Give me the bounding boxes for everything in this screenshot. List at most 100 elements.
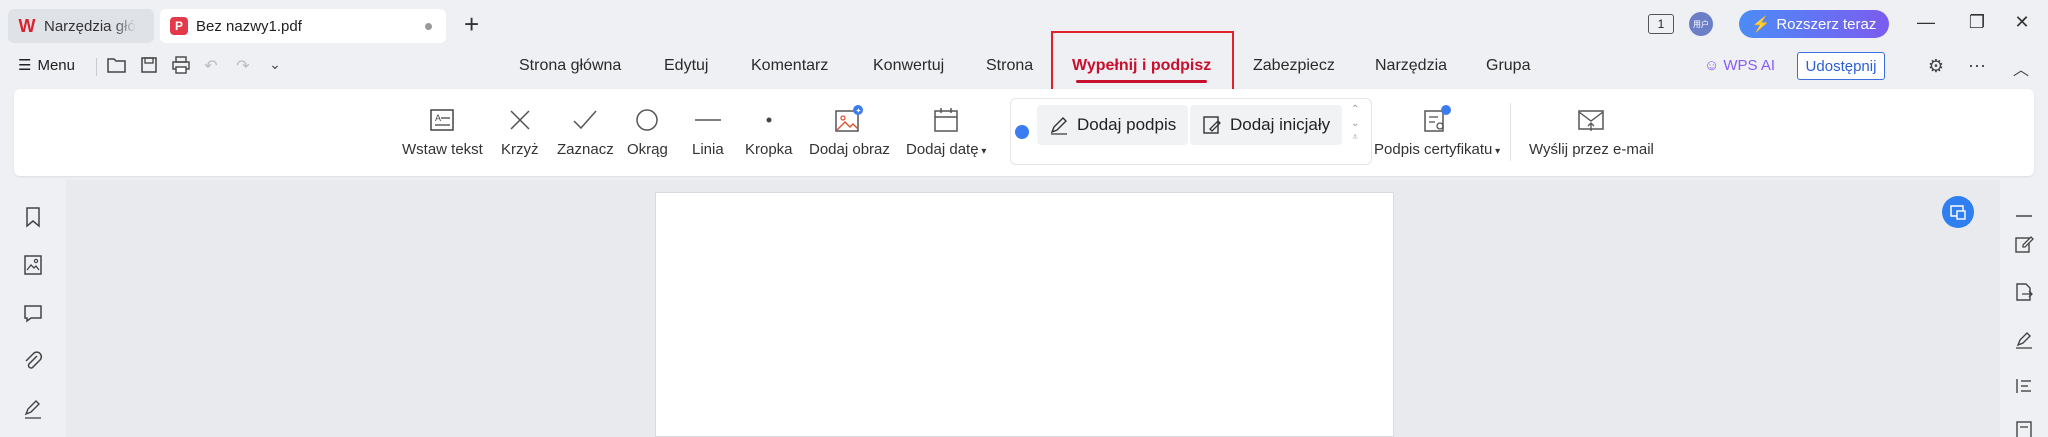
chevron-down-icon[interactable]: ⌄ [264, 56, 286, 73]
share-button[interactable]: Udostępnij [1797, 52, 1885, 80]
send-email-label: Wyślij przez e-mail [1529, 141, 1654, 158]
insert-text-label: Wstaw tekst [402, 141, 483, 158]
save-icon[interactable] [138, 56, 160, 79]
align-icon[interactable] [2014, 376, 2034, 396]
tab-home[interactable]: Strona główna [519, 57, 621, 75]
minus-icon[interactable] [2014, 206, 2034, 226]
initials-icon [1203, 116, 1221, 134]
collapse-ribbon-icon[interactable]: ︿ [2010, 56, 2032, 80]
cross-label: Krzyż [501, 141, 539, 158]
dropdown-caret-icon: ▾ [978, 146, 987, 157]
export-icon[interactable] [2014, 282, 2034, 302]
upgrade-label: Rozszerz teraz [1776, 15, 1877, 33]
unsaved-dot-icon[interactable] [425, 23, 432, 30]
undo-icon[interactable]: ↶ [200, 56, 222, 76]
sign-tool-icon[interactable] [2014, 330, 2034, 350]
tab-group[interactable]: Grupa [1486, 57, 1530, 75]
certificate-signature-button[interactable]: Podpis certyfikatu ▾ [1374, 105, 1500, 158]
add-initials-button[interactable]: Dodaj inicjały [1190, 105, 1343, 145]
dropdown-caret-icon: ▾ [1492, 146, 1501, 157]
svg-text:A: A [435, 113, 441, 123]
menu-bar: ☰ Menu ↶ ↷ ⌄ Strona główna Edytuj Koment… [0, 48, 2048, 86]
certificate-icon [1422, 105, 1452, 135]
new-tab-button[interactable]: + [464, 10, 479, 38]
open-folder-icon[interactable] [106, 56, 128, 79]
pen-sign-icon [1050, 117, 1067, 135]
wps-logo-icon: W [18, 15, 36, 36]
tab-document[interactable]: P Bez nazwy1.pdf [160, 9, 446, 43]
calendar-icon [933, 105, 959, 135]
upgrade-button[interactable]: ⚡ Rozszerz teraz [1739, 10, 1889, 38]
tab-convert[interactable]: Konwertuj [873, 57, 944, 75]
pdf-page[interactable] [655, 192, 1394, 437]
cross-button[interactable]: Krzyż [501, 105, 539, 158]
circle-button[interactable]: Okrąg [627, 105, 668, 158]
insert-text-icon: A [429, 105, 455, 135]
main-menu-button[interactable]: ☰ Menu [18, 56, 75, 75]
menu-label: Menu [37, 56, 75, 74]
print-icon[interactable] [170, 56, 192, 79]
divider [96, 58, 97, 76]
tab-label: Bez nazwy1.pdf [196, 17, 302, 35]
edit-icon[interactable] [2014, 234, 2034, 254]
add-image-label: Dodaj obraz [809, 141, 890, 158]
restore-button[interactable]: ❐ [1965, 12, 1989, 33]
right-sidebar [2000, 180, 2048, 437]
check-icon [572, 105, 598, 135]
ribbon-scroll-arrows[interactable]: ⌃ ⌄ ⩡ [1351, 103, 1359, 145]
add-image-button[interactable]: ✦ Dodaj obraz [809, 105, 890, 158]
redo-icon[interactable]: ↷ [232, 56, 254, 76]
page-count-badge[interactable]: 1 [1648, 14, 1674, 34]
circle-icon [635, 105, 659, 135]
ai-shield-icon [1015, 125, 1029, 139]
thumbnail-icon[interactable] [22, 254, 44, 276]
comment-icon[interactable] [22, 302, 44, 324]
bookmark-icon[interactable] [22, 206, 44, 228]
add-initials-label: Dodaj inicjały [1230, 115, 1331, 134]
check-button[interactable]: Zaznacz [557, 105, 614, 158]
tab-protect[interactable]: Zabezpiecz [1253, 57, 1335, 75]
lightning-icon: ⚡ [1751, 16, 1771, 33]
circle-label: Okrąg [627, 141, 668, 158]
dot-button[interactable]: Kropka [745, 105, 793, 158]
add-signature-button[interactable]: Dodaj podpis [1037, 105, 1189, 145]
form-icon[interactable] [2014, 420, 2034, 437]
signature-panel-icon[interactable] [22, 398, 44, 420]
floating-tool-button[interactable] [1942, 196, 1974, 228]
tab-label: Narzędzia głó [44, 17, 136, 35]
ribbon-toolbar: A Wstaw tekst Krzyż Zaznacz Okrąg Linia … [14, 89, 2034, 176]
left-sidebar [0, 180, 66, 437]
wps-ai-label: WPS AI [1723, 57, 1776, 74]
dot-label: Kropka [745, 141, 793, 158]
close-button[interactable]: ✕ [2010, 12, 2034, 33]
line-icon [694, 105, 722, 135]
image-icon: ✦ [834, 105, 864, 135]
cross-icon [508, 105, 532, 135]
add-date-button[interactable]: Dodaj datę ▾ [906, 105, 986, 158]
pdf-logo-icon: P [170, 17, 188, 35]
hamburger-icon: ☰ [18, 57, 32, 74]
minimize-button[interactable]: — [1914, 12, 1938, 33]
avatar[interactable]: 用户 [1689, 12, 1713, 36]
tab-tools-home[interactable]: W Narzędzia głó [8, 9, 154, 43]
attachment-icon[interactable] [22, 350, 44, 372]
ai-smile-icon: ☺ [1704, 57, 1720, 74]
more-icon[interactable]: ⋯ [1966, 56, 1988, 77]
line-label: Linia [692, 141, 724, 158]
send-email-button[interactable]: Wyślij przez e-mail [1529, 105, 1654, 158]
tab-page[interactable]: Strona [986, 57, 1033, 75]
screen-capture-icon [1950, 205, 1966, 220]
tab-comment[interactable]: Komentarz [751, 57, 828, 75]
add-signature-label: Dodaj podpis [1077, 115, 1177, 134]
wps-ai-button[interactable]: ☺ WPS AI [1704, 57, 1775, 74]
divider [1510, 103, 1511, 161]
dot-icon [757, 105, 781, 135]
certificate-signature-label: Podpis certyfikatu ▾ [1374, 141, 1501, 158]
tab-tools[interactable]: Narzędzia [1375, 57, 1447, 75]
check-label: Zaznacz [557, 141, 614, 158]
tab-edit[interactable]: Edytuj [664, 57, 708, 75]
gear-icon[interactable]: ⚙ [1925, 56, 1947, 77]
line-button[interactable]: Linia [692, 105, 724, 158]
title-tab-bar: W Narzędzia głó P Bez nazwy1.pdf + 1 用户 … [0, 0, 2048, 48]
insert-text-button[interactable]: A Wstaw tekst [402, 105, 483, 158]
